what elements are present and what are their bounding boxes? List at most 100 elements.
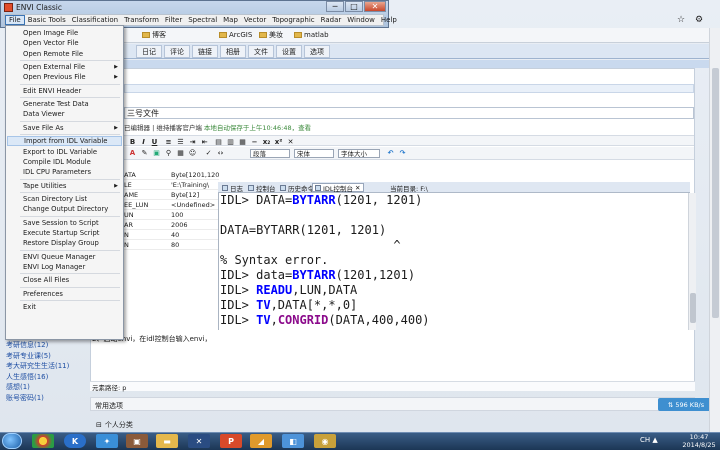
table-row[interactable]: ATA Byte[1201,120	[124, 170, 219, 180]
table-row[interactable]: AME Byte[12]	[124, 190, 219, 200]
table-row[interactable]: LE 'E:\Training\	[124, 180, 219, 190]
system-tray[interactable]: CH ▲	[640, 436, 676, 446]
emoticon-icon[interactable]: ☺	[188, 148, 197, 157]
menu-radar[interactable]: Radar	[318, 16, 345, 24]
tab-album[interactable]: 相册	[220, 45, 246, 58]
close-button[interactable]: ✕	[364, 1, 386, 12]
menu-item-data-viewer[interactable]: Data Viewer	[7, 109, 122, 119]
bold-button[interactable]: B	[128, 137, 137, 146]
text-color-icon[interactable]: A	[128, 148, 137, 157]
clock[interactable]: 10:47 2014/8/25	[680, 433, 718, 449]
list-bullet-icon[interactable]: ☰	[176, 137, 185, 146]
table-row[interactable]: EE_LUN <Undefined>	[124, 200, 219, 210]
menu-map[interactable]: Map	[220, 16, 241, 24]
menu-item-execute-startup-script[interactable]: Execute Startup Script	[7, 228, 122, 238]
tab-console[interactable]: 控制台	[248, 183, 276, 193]
idl-app-icon[interactable]: ◉	[314, 434, 336, 448]
menu-item-open-remote-file[interactable]: Open Remote File	[7, 49, 122, 59]
menu-transform[interactable]: Transform	[121, 16, 162, 24]
code-icon[interactable]: ‹›	[216, 148, 225, 157]
network-app-icon[interactable]: ✦	[96, 434, 118, 448]
envi-taskbar-icon[interactable]: ✕	[188, 434, 210, 448]
list-item[interactable]: 考研信息(12)	[6, 340, 90, 351]
tab-idl-console[interactable]: IDL控制台 ✕	[312, 183, 364, 193]
console-scrollbar[interactable]	[688, 193, 696, 330]
tab-files[interactable]: 文件	[248, 45, 274, 58]
menu-item-save-session-to-script[interactable]: Save Session to Script	[7, 218, 122, 228]
highlight-icon[interactable]: ✎	[140, 148, 149, 157]
align-right-icon[interactable]: ▦	[238, 137, 247, 146]
photo-app-icon[interactable]: ▣	[126, 434, 148, 448]
menu-item-exit[interactable]: Exit	[7, 302, 122, 312]
menu-item-envi-log-manager[interactable]: ENVI Log Manager	[7, 262, 122, 272]
post-title-field[interactable]: 三号文件	[124, 107, 694, 119]
clear-format-icon[interactable]: ✕	[286, 137, 295, 146]
menu-item-open-previous-file[interactable]: Open Previous File ▶	[7, 72, 122, 82]
menu-file[interactable]: File	[5, 15, 25, 25]
bookmark-matlab[interactable]: matlab	[294, 30, 329, 40]
menu-filter[interactable]: Filter	[162, 16, 185, 24]
menu-topographic[interactable]: Topographic	[269, 16, 317, 24]
menu-help[interactable]: Help	[378, 16, 400, 24]
spellcheck-icon[interactable]: ✓	[204, 148, 213, 157]
menu-item-envi-queue-manager[interactable]: ENVI Queue Manager	[7, 252, 122, 262]
menu-item-preferences[interactable]: Preferences	[7, 289, 122, 299]
menu-window[interactable]: Window	[344, 16, 378, 24]
align-left-icon[interactable]: ▤	[214, 137, 223, 146]
menu-item-open-image-file[interactable]: Open Image File	[7, 28, 122, 38]
list-ordered-icon[interactable]: ≡	[164, 137, 173, 146]
start-button[interactable]	[2, 433, 22, 449]
table-row[interactable]: UN 100	[124, 210, 219, 220]
table-row[interactable]: AR 2006	[124, 220, 219, 230]
k-app-icon[interactable]: K	[64, 434, 86, 448]
tab-diary[interactable]: 日记	[136, 45, 162, 58]
italic-button[interactable]: I	[139, 137, 148, 146]
tab-log[interactable]: 日志	[222, 183, 243, 193]
font-family-select[interactable]: 宋体	[294, 149, 334, 158]
tab-settings[interactable]: 设置	[276, 45, 302, 58]
tab-history[interactable]: 历史命令	[280, 183, 314, 193]
menu-item-edit-envi-header[interactable]: Edit ENVI Header	[7, 86, 122, 96]
list-item[interactable]: 考大研究生生活(11)	[6, 361, 90, 372]
menu-basic-tools[interactable]: Basic Tools	[25, 16, 69, 24]
link-icon[interactable]: ⚲	[164, 148, 173, 157]
menu-item-idl-cpu-parameters[interactable]: IDL CPU Parameters	[7, 167, 122, 177]
menu-spectral[interactable]: Spectral	[185, 16, 220, 24]
tab-links[interactable]: 链接	[192, 45, 218, 58]
bookmark-beauty[interactable]: 美妆	[259, 30, 283, 40]
underline-button[interactable]: U	[150, 137, 159, 146]
menu-item-save-file-as[interactable]: Save File As ▶	[7, 123, 122, 133]
minus-icon[interactable]: −	[250, 137, 259, 146]
list-item[interactable]: 感想(1)	[6, 382, 90, 393]
subscript-icon[interactable]: x₂	[262, 137, 271, 146]
page-scrollbar[interactable]	[709, 28, 720, 432]
common-options-header[interactable]: 常用选项	[90, 397, 695, 411]
chrome-icon[interactable]	[32, 434, 54, 448]
redo-icon[interactable]: ↷	[398, 148, 407, 157]
minimize-button[interactable]: ─	[326, 1, 344, 12]
maximize-button[interactable]: □	[345, 1, 363, 12]
star-icon[interactable]: ☆	[674, 14, 688, 26]
close-icon[interactable]: ✕	[355, 184, 360, 192]
list-item[interactable]: 账号密码(1)	[6, 393, 90, 404]
list-item[interactable]: 考研专业课(5)	[6, 351, 90, 362]
matlab-app-icon[interactable]: ◢	[250, 434, 272, 448]
menu-item-import-from-idl-variable[interactable]: Import from IDL Variable	[7, 136, 122, 147]
font-size-select[interactable]: 字体大小	[338, 149, 380, 158]
indent-icon[interactable]: ⇥	[188, 137, 197, 146]
menu-classification[interactable]: Classification	[69, 16, 121, 24]
scrollbar-thumb[interactable]	[712, 68, 719, 318]
tab-comments[interactable]: 评论	[164, 45, 190, 58]
table-row[interactable]: N 40	[124, 230, 219, 240]
menu-item-change-output-directory[interactable]: Change Output Directory	[7, 204, 122, 214]
table-icon[interactable]: ▦	[176, 148, 185, 157]
idl-console-output[interactable]: IDL> DATA=BYTARR(1201, 1201) DATA=BYTARR(…	[220, 193, 688, 330]
superscript-icon[interactable]: x²	[274, 137, 283, 146]
menu-item-open-external-file[interactable]: Open External File ▶	[7, 62, 122, 72]
gear-icon[interactable]: ⚙	[692, 14, 706, 26]
word-app-icon[interactable]: ◧	[282, 434, 304, 448]
menu-item-generate-test-data[interactable]: Generate Test Data	[7, 99, 122, 109]
folder-app-icon[interactable]: ▬	[156, 434, 178, 448]
tab-options[interactable]: 选项	[304, 45, 330, 58]
bookmark-arcgis[interactable]: ArcGIS	[219, 30, 252, 40]
